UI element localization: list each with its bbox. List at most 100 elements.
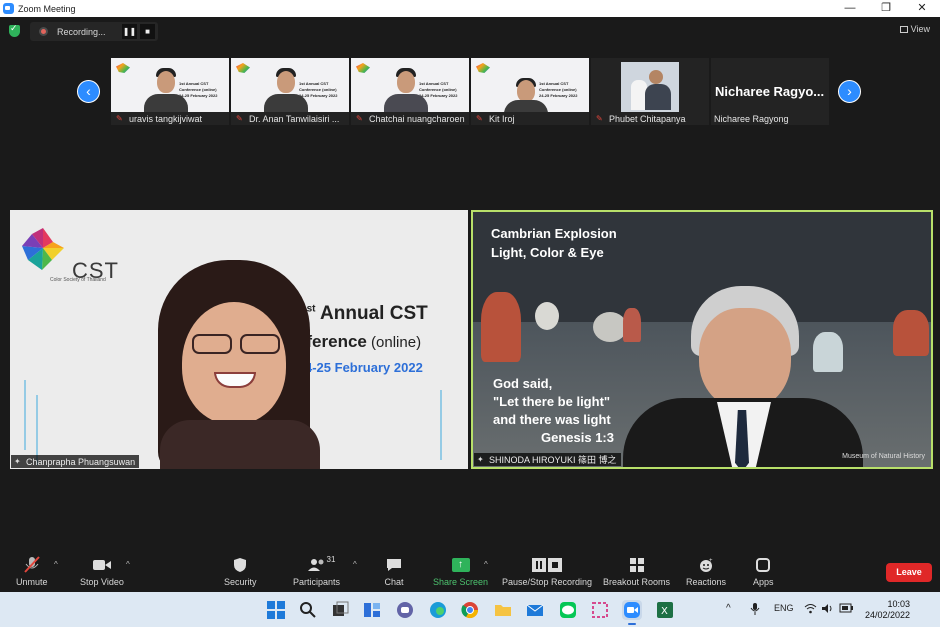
participant-thumbnail[interactable]: 1st Annual CST Conference (online) 24-25 F… (471, 58, 589, 125)
minimize-button[interactable]: — (832, 0, 868, 17)
participant-thumbnail[interactable]: 1st Annual CST Conference (online) 24-25 F… (351, 58, 469, 125)
muted-mic-icon: ✎ (356, 113, 363, 123)
cst-logo-icon (22, 228, 64, 270)
participants-button[interactable]: 31 Participants (293, 550, 340, 592)
slide-heading: 1st Annual CST (296, 303, 428, 324)
glasses-lens (240, 334, 280, 354)
audio-options-caret[interactable]: ^ (54, 560, 58, 569)
recording-indicator: Recording... ❚❚ ■ (30, 22, 158, 41)
mail-icon[interactable] (525, 600, 545, 620)
video-options-caret[interactable]: ^ (126, 560, 130, 569)
windows-start-icon[interactable] (266, 600, 286, 620)
pin-icon: ✦ (477, 454, 484, 464)
participant-name-tag: ✦ Chanprapha Phuangsuwan (11, 455, 140, 468)
security-button[interactable]: Security (224, 550, 257, 592)
battery-icon[interactable] (839, 603, 853, 616)
unmute-button[interactable]: Unmute (16, 550, 48, 592)
apps-button[interactable]: Apps (753, 550, 774, 592)
participant-head (517, 80, 535, 102)
video-tile-left[interactable]: CST Color Society of Thailand 1st Annual… (10, 210, 468, 469)
stop-video-button[interactable]: Stop Video (80, 550, 124, 592)
share-screen-label: Share Screen (433, 577, 489, 587)
reactions-button[interactable]: + Reactions (686, 550, 726, 592)
pause-stop-recording-button[interactable]: Pause/Stop Recording (502, 550, 592, 592)
wifi-icon[interactable] (804, 603, 817, 617)
participant-thumbnail[interactable]: Nicharee Ragyo... Nicharee Ragyong (711, 58, 829, 125)
edge-browser-icon[interactable] (428, 600, 448, 620)
participant-count: 31 (326, 555, 336, 564)
sea-creature (893, 310, 929, 356)
recording-status: Recording... (57, 26, 106, 37)
view-button[interactable]: View (899, 24, 930, 34)
breakout-rooms-label: Breakout Rooms (603, 577, 671, 587)
thumbnail-name-row: ✎ Kit Iroj (471, 112, 589, 125)
video-camera-icon (92, 556, 112, 574)
zoom-taskbar-icon[interactable] (622, 600, 642, 625)
slide-date: 4-25 February 2022 (305, 360, 423, 375)
muted-mic-icon: ✎ (116, 113, 123, 123)
system-clock[interactable]: 10:03 24/02/2022 (865, 599, 910, 621)
zoom-meeting-window: Zoom Meeting — ❐ ✕ Recording... ❚❚ ■ Vie… (0, 0, 940, 627)
speaker-face (699, 308, 791, 410)
participant-thumbnail[interactable]: 1st Annual CST Conference (online) 24-25 F… (111, 58, 229, 125)
participant-name: uravis tangkijviwat (129, 113, 203, 124)
glasses-lens (192, 334, 232, 354)
share-options-caret[interactable]: ^ (484, 560, 488, 569)
sea-creature (623, 308, 641, 342)
thumbnail-slide-text: 1st Annual CST Conference (online) 24-25 F… (179, 81, 218, 98)
line-app-icon[interactable] (558, 600, 578, 620)
previous-page-button[interactable]: ‹ (77, 80, 100, 103)
thumbnail-slide-text: 1st Annual CST Conference (online) 24-25 F… (419, 81, 458, 98)
participants-options-caret[interactable]: ^ (353, 560, 357, 569)
widgets-icon[interactable] (362, 600, 382, 620)
muted-microphone-icon (22, 556, 42, 574)
thumbnail-slide-text: 1st Annual CST Conference (online) 24-25 F… (299, 81, 338, 98)
speaker-body (160, 420, 320, 469)
excel-icon[interactable]: X (655, 600, 675, 620)
language-indicator[interactable]: ENG (774, 603, 794, 613)
participant-thumbnail[interactable]: 1st Annual CST Conference (online) 24-25 F… (231, 58, 349, 125)
photo-figure-head (649, 70, 663, 84)
participant-name: SHINODA HIROYUKI 篠田 博之 (489, 455, 617, 465)
thumbnail-name-row: ✎ Phubet Chitapanya (591, 112, 709, 125)
next-page-button[interactable]: › (838, 80, 861, 103)
image-credit: Museum of Natural History (842, 453, 925, 460)
sea-creature (535, 302, 559, 330)
security-label: Security (224, 577, 257, 587)
pause-recording-button[interactable]: ❚❚ (122, 24, 137, 39)
thumbnail-name-row: ✎ Chatchai nuangcharoen (351, 112, 469, 125)
participant-display-name: Nicharee Ragyo... (715, 84, 825, 99)
participant-head (397, 71, 415, 93)
title-bar: Zoom Meeting — ❐ ✕ (0, 0, 940, 17)
volume-icon[interactable] (821, 603, 833, 617)
show-hidden-icons-button[interactable]: ^ (726, 603, 731, 614)
muted-mic-icon: ✎ (596, 113, 603, 123)
leave-button[interactable]: Leave (886, 563, 932, 582)
pin-icon: ✦ (14, 456, 21, 466)
svg-text:+: + (709, 558, 713, 564)
participant-head (157, 71, 175, 93)
chat-button[interactable]: Chat (384, 550, 404, 592)
zoom-app-icon (3, 3, 14, 14)
stop-recording-button[interactable]: ■ (140, 24, 155, 39)
view-label: View (910, 24, 930, 34)
chrome-browser-icon[interactable] (460, 600, 480, 620)
teams-chat-icon[interactable] (395, 600, 415, 620)
encryption-shield-icon[interactable] (9, 23, 20, 37)
close-button[interactable]: ✕ (904, 0, 940, 17)
file-explorer-icon[interactable] (493, 600, 513, 620)
snipping-tool-icon[interactable] (590, 600, 610, 620)
breakout-rooms-button[interactable]: Breakout Rooms (603, 550, 670, 592)
sea-creature (593, 312, 627, 342)
microphone-tray-icon[interactable] (750, 603, 760, 618)
participant-thumbnail[interactable]: ✎ Phubet Chitapanya (591, 58, 709, 125)
participant-name: Phubet Chitapanya (609, 113, 686, 124)
speaker-glasses (188, 334, 284, 356)
share-screen-button[interactable]: ↑ Share Screen (433, 550, 488, 592)
video-tile-active-speaker[interactable]: Cambrian Explosion Light, Color & Eye God… (471, 210, 933, 469)
maximize-button[interactable]: ❐ (868, 0, 904, 17)
participant-name: Dr. Anan Tanwilaisiri ... (249, 113, 340, 124)
task-view-icon[interactable] (330, 600, 350, 620)
speaker-face (182, 302, 286, 424)
search-icon[interactable] (298, 600, 318, 620)
